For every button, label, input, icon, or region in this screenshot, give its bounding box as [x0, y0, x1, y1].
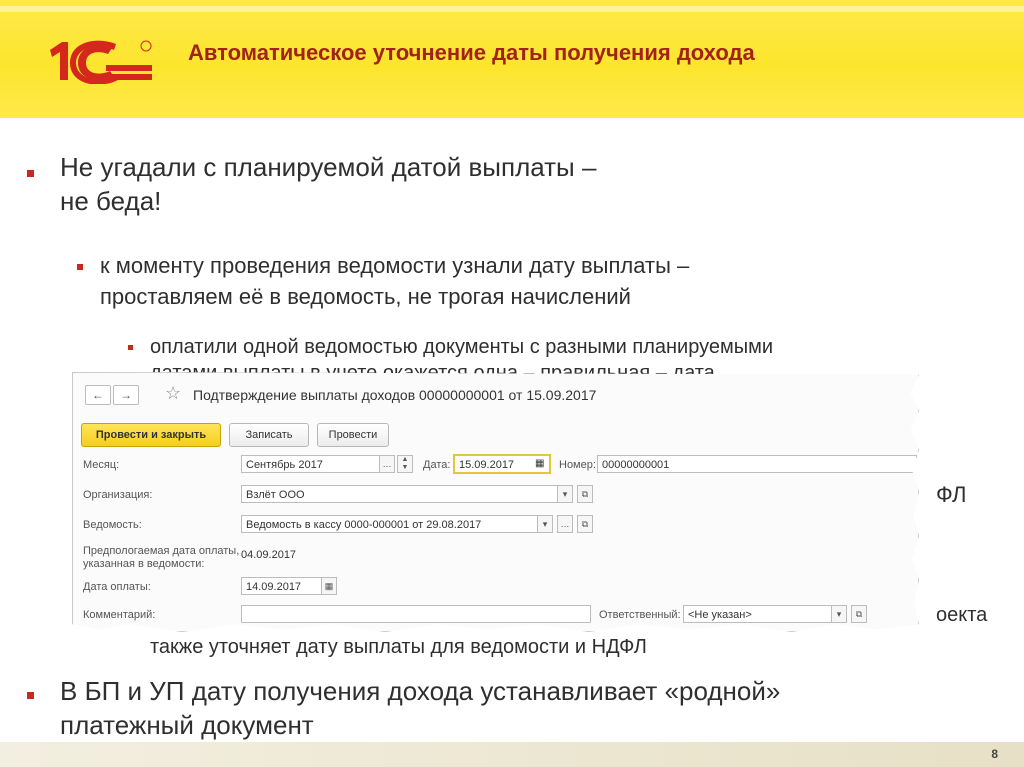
month-stepper[interactable]: ▲ ▼ — [397, 455, 413, 473]
bullet-4-line-2: платежный документ — [60, 710, 314, 740]
responsible-field[interactable]: <Не указан> — [683, 605, 833, 623]
save-button[interactable]: Записать — [229, 423, 309, 447]
bullet-3-last-line: также уточняет дату выплаты для ведомост… — [150, 636, 647, 658]
organization-field[interactable]: Взлёт ООО — [241, 485, 559, 503]
planned-date-label-line-2: указанная в ведомости: — [83, 558, 205, 570]
calendar-icon[interactable]: ▦ — [321, 577, 337, 595]
1c-logo — [46, 38, 156, 85]
comment-field[interactable] — [241, 605, 591, 623]
responsible-open-icon[interactable]: ⧉ — [851, 605, 867, 623]
month-label: Месяц: — [83, 459, 120, 471]
window-title: Подтверждение выплаты доходов 0000000000… — [193, 387, 597, 403]
bullet-1-line-2: не беда! — [60, 186, 162, 216]
date-label: Дата: — [423, 459, 451, 471]
back-button[interactable]: ← — [85, 385, 111, 405]
page-number: 8 — [991, 747, 998, 761]
organization-open-icon[interactable]: ⧉ — [577, 485, 593, 503]
forward-button[interactable]: → — [113, 385, 139, 405]
document-form-window: ← → ☆ Подтверждение выплаты доходов 0000… — [72, 372, 919, 632]
post-button[interactable]: Провести — [317, 423, 389, 447]
sub-bullet-marker — [77, 264, 83, 270]
bullet-2-line-2: проставляем её в ведомость, не трогая на… — [100, 284, 631, 309]
payment-date-field[interactable]: 14.09.2017 — [241, 577, 323, 595]
month-field[interactable]: Сентябрь 2017 — [241, 455, 381, 473]
sub-sub-bullet-marker — [128, 345, 133, 350]
responsible-label: Ответственный: — [599, 609, 681, 621]
planned-date-label-line-1: Предпологаемая дата оплаты, — [83, 545, 240, 557]
obscured-text-fragment: оекта — [936, 604, 988, 626]
comment-label: Комментарий: — [83, 609, 156, 621]
footer-band — [0, 742, 1024, 767]
bullet-3-line-1: оплатили одной ведомостью документы с ра… — [150, 336, 774, 358]
organization-label: Организация: — [83, 489, 153, 501]
1c-logo-graphic — [50, 40, 152, 85]
number-field[interactable]: 00000000001 — [597, 455, 917, 473]
bullet-marker — [27, 170, 34, 177]
bullet-1-line-1: Не угадали с планируемой датой выплаты – — [60, 152, 597, 182]
statement-field[interactable]: Ведомость в кассу 0000-000001 от 29.08.2… — [241, 515, 539, 533]
planned-date-value: 04.09.2017 — [241, 549, 297, 561]
favorite-star-icon[interactable]: ☆ — [165, 383, 181, 404]
responsible-dropdown-button[interactable]: ▾ — [831, 605, 847, 623]
bullet-marker — [27, 692, 34, 699]
statement-dropdown-button[interactable]: ▾ — [537, 515, 553, 533]
number-label: Номер: — [559, 459, 596, 471]
month-select-button[interactable]: … — [379, 455, 395, 473]
statement-label: Ведомость: — [83, 519, 142, 531]
bullet-2-line-1: к моменту проведения ведомости узнали да… — [100, 253, 690, 278]
organization-dropdown-button[interactable]: ▾ — [557, 485, 573, 503]
post-and-close-button[interactable]: Провести и закрыть — [81, 423, 221, 447]
obscured-text-fragment: ФЛ — [936, 482, 967, 507]
calendar-icon[interactable]: ▦ — [535, 458, 544, 469]
payment-date-label: Дата оплаты: — [83, 581, 151, 593]
page-title: Автоматическое уточнение даты получения … — [188, 40, 755, 65]
statement-select-button[interactable]: … — [557, 515, 573, 533]
statement-open-icon[interactable]: ⧉ — [577, 515, 593, 533]
bullet-4-line-1: В БП и УП дату получения дохода устанавл… — [60, 676, 781, 706]
